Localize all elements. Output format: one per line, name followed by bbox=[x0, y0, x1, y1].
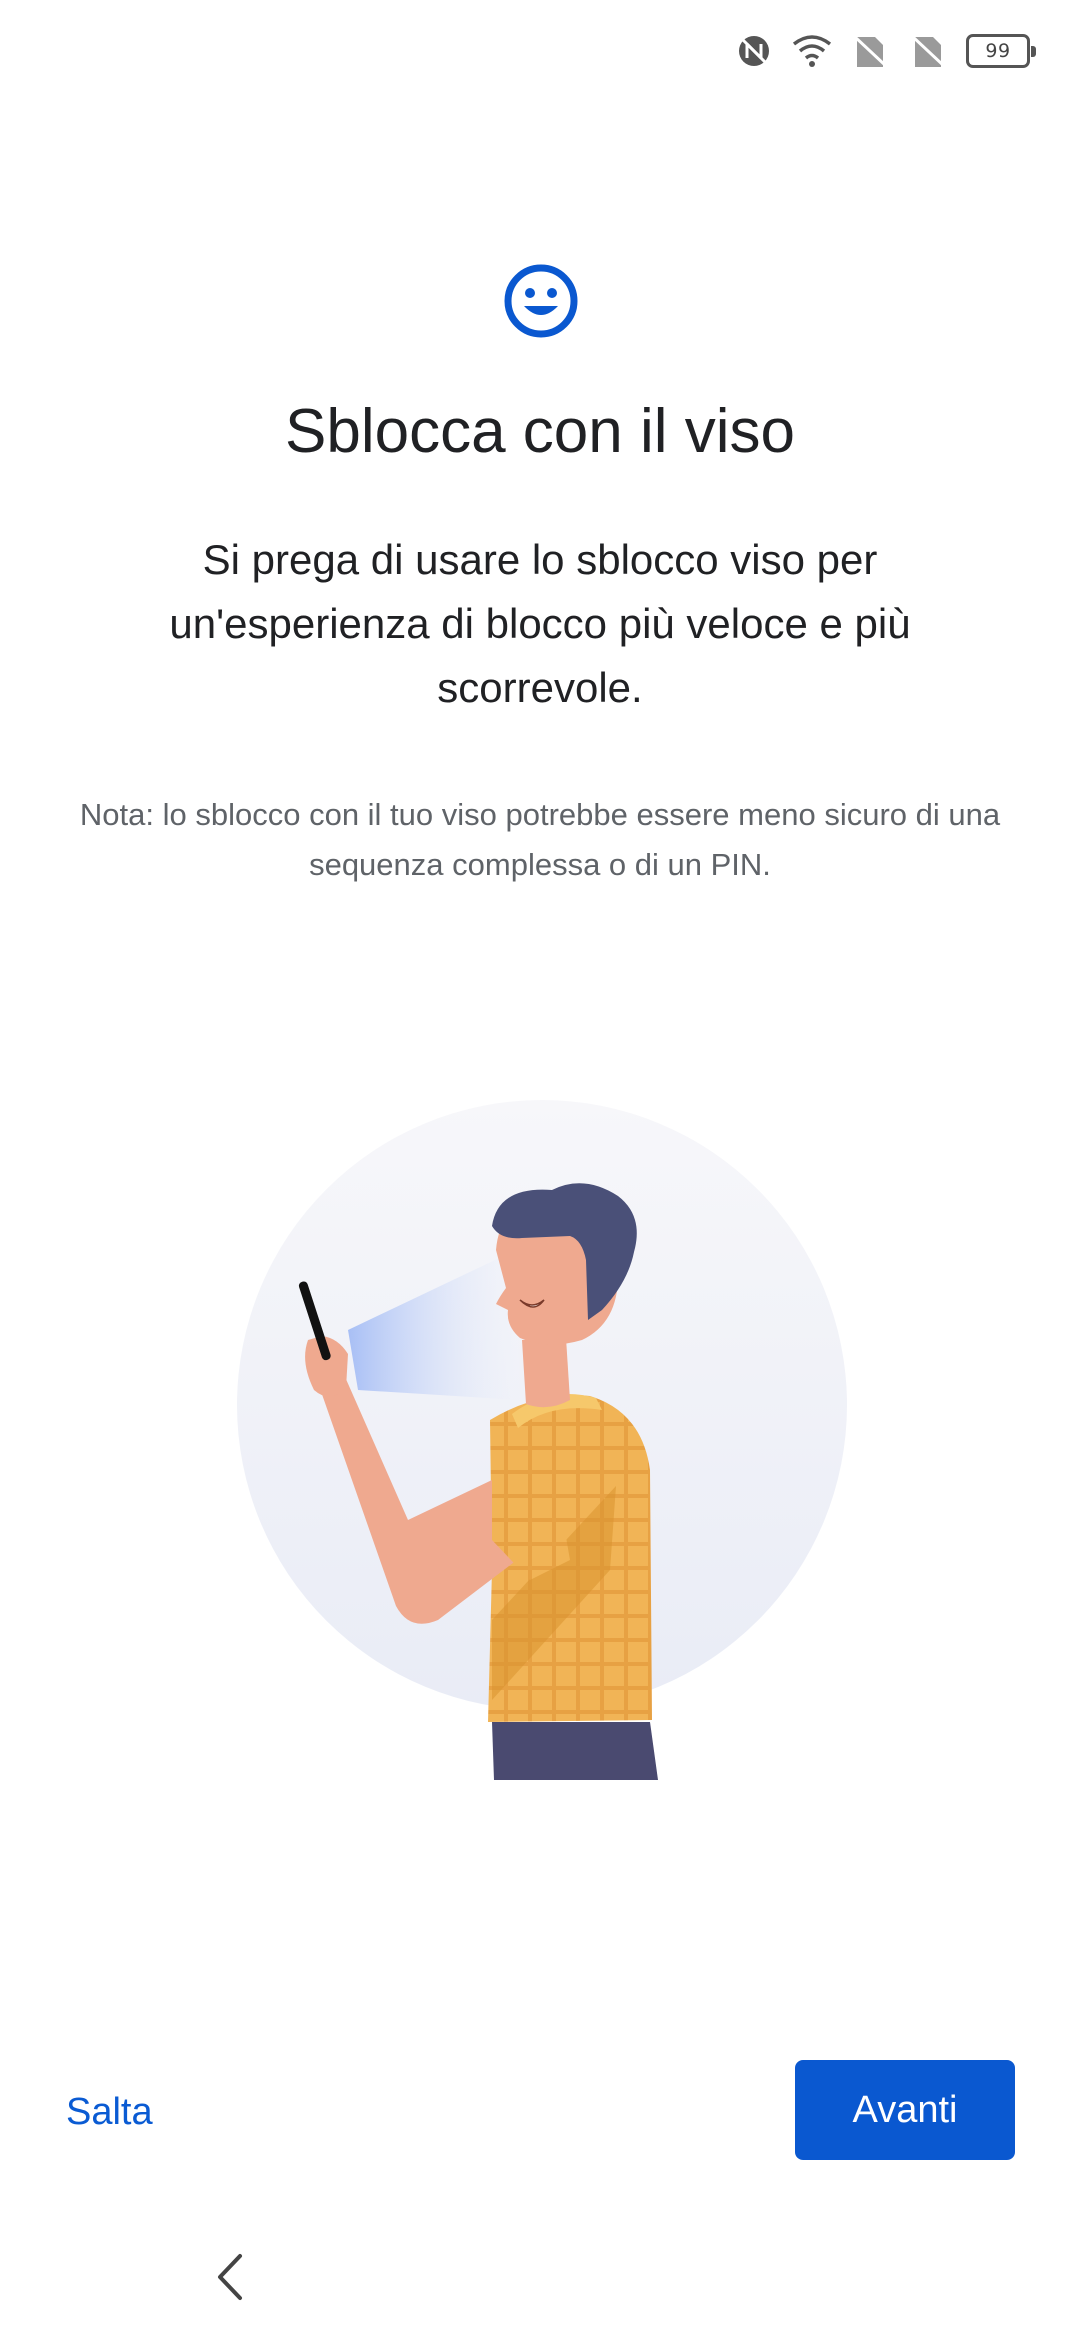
no-sim-icon bbox=[908, 31, 948, 71]
wifi-icon bbox=[792, 31, 832, 71]
status-bar: 99 bbox=[734, 24, 1036, 78]
battery-level: 99 bbox=[985, 40, 1011, 62]
chevron-left-icon[interactable] bbox=[210, 2250, 250, 2304]
battery-indicator: 99 bbox=[966, 34, 1036, 68]
description-text: Si prega di usare lo sblocco viso per un… bbox=[169, 536, 911, 711]
no-sim-icon bbox=[850, 31, 890, 71]
person-face-unlock-illustration bbox=[230, 1100, 850, 1790]
smiley-face-icon bbox=[502, 262, 580, 340]
skip-button[interactable]: Salta bbox=[66, 2082, 153, 2142]
next-button[interactable]: Avanti bbox=[795, 2060, 1015, 2160]
page-title: Sblocca con il viso bbox=[284, 397, 796, 466]
nfc-icon bbox=[734, 31, 774, 71]
face-unlock-setup-screen: 99 Sblocca con il viso Si prega di usare… bbox=[0, 0, 1080, 2340]
security-note: Nota: lo sblocco con il tuo viso potrebb… bbox=[79, 797, 1001, 882]
